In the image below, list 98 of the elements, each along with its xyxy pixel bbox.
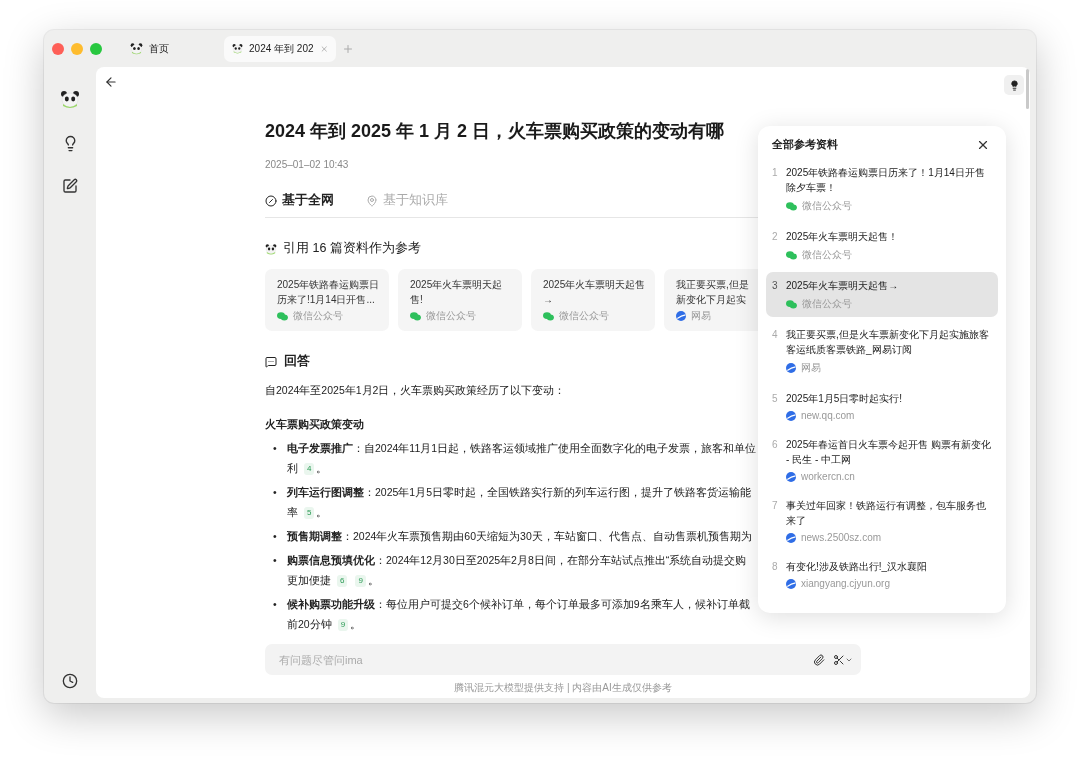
bulb-icon bbox=[1008, 79, 1020, 91]
citation-link[interactable]: 9 bbox=[355, 575, 366, 588]
chat-bubbles-icon bbox=[277, 311, 288, 321]
question-title: 2024 年到 2025 年 1 月 2 日，火车票购买政策的变动有哪 bbox=[265, 120, 725, 143]
source-name: 微信公众号 bbox=[802, 248, 852, 262]
bullet-marker: • bbox=[273, 441, 278, 456]
logo-button[interactable] bbox=[60, 89, 80, 109]
reference-title: 2025年春运首日火车票今起开售 购票有新变化 - 民生 - 中工网 bbox=[786, 438, 992, 467]
source-name: 微信公众号 bbox=[426, 309, 476, 323]
back-button[interactable] bbox=[104, 75, 118, 89]
answer-line: 电子发票推广：自2024年11月1日起，铁路客运领域推广使用全面数字化的电子发票，旅客和单位 bbox=[287, 442, 757, 454]
popover-title: 全部参考资料 bbox=[772, 138, 838, 152]
reference-number: 7 bbox=[772, 499, 779, 513]
globe-icon bbox=[786, 578, 796, 589]
punctuation: 。 bbox=[350, 618, 362, 630]
reference-title: 事关过年回家！铁路运行有调整，包车服务也来了 bbox=[786, 499, 987, 528]
disclaimer: 腾讯混元大模型提供支持 | 内容由AI生成仅供参考 bbox=[454, 681, 672, 695]
panda-logo-icon bbox=[232, 42, 243, 55]
pin-icon bbox=[366, 194, 378, 207]
answer-intro: 自2024年至2025年1月2日，火车票购买政策经历了以下变动： bbox=[265, 383, 566, 398]
source-title: 2025年火车票明天起售 → bbox=[543, 278, 646, 307]
bullet-marker: • bbox=[273, 553, 278, 568]
answer-line: 前20分钟 bbox=[287, 618, 332, 630]
bullet-marker: • bbox=[273, 485, 278, 500]
answer-line: 更加便捷 bbox=[287, 574, 331, 586]
section-title: 火车票购买政策变动 bbox=[265, 418, 364, 432]
source-card[interactable]: 2025年铁路春运购票日 历来了!1月14日开售... 微信公众号 bbox=[265, 269, 389, 331]
punctuation: 。 bbox=[367, 574, 379, 586]
source-name: 微信公众号 bbox=[293, 309, 343, 323]
panda-logo-icon bbox=[130, 42, 143, 55]
source-name: 微信公众号 bbox=[802, 199, 852, 213]
source-name: 网易 bbox=[801, 361, 821, 375]
punctuation: 。 bbox=[316, 506, 328, 518]
source-name: xiangyang.cjyun.org bbox=[801, 578, 890, 589]
answer-heading: 回答 bbox=[284, 353, 310, 370]
source-title: 2025年铁路春运购票日 历来了!1月14日开售... bbox=[277, 278, 380, 307]
browser-tab[interactable]: 2024 年到 202 bbox=[224, 35, 336, 62]
bulb-button[interactable] bbox=[1004, 75, 1024, 95]
reference-title: 2025年火车票明天起售→ bbox=[786, 279, 899, 293]
chat-bubbles-icon bbox=[543, 311, 554, 321]
chat-bubbles-icon bbox=[786, 201, 797, 211]
scissors-icon[interactable] bbox=[833, 653, 845, 666]
answer-line: 购票信息预填优化：2024年12月30日至2025年2月8日间，在部分车站试点推出“系统自动提交购 bbox=[287, 554, 747, 566]
message-icon bbox=[265, 355, 277, 368]
globe-icon bbox=[786, 363, 796, 373]
answer-line: 预售期调整：2024年火车票预售期由60天缩短为30天，车站窗口、代售点、自动售票机预售期为 bbox=[287, 530, 752, 542]
punctuation: 。 bbox=[316, 462, 328, 474]
answer-line: 利 bbox=[287, 462, 298, 474]
close-button[interactable] bbox=[976, 138, 990, 152]
source-name: new.qq.com bbox=[801, 410, 855, 421]
references-heading: 引用 16 篇资料作为参考 bbox=[283, 240, 421, 257]
globe-icon bbox=[676, 311, 686, 321]
reference-item[interactable]: 3 2025年火车票明天起售→ 微信公众号 bbox=[766, 272, 998, 317]
mode-tab[interactable]: 基于全网 bbox=[265, 192, 334, 209]
source-title: 我正要买票,但是 新变化下月起实 bbox=[676, 278, 749, 307]
source-name: 网易 bbox=[691, 309, 711, 323]
bullet-marker: • bbox=[273, 597, 278, 612]
attach-icon[interactable] bbox=[813, 653, 825, 666]
scrollbar[interactable] bbox=[1026, 69, 1029, 109]
question-bar[interactable]: 有问题尽管问ima bbox=[265, 644, 861, 675]
chat-bubbles-icon bbox=[410, 311, 421, 321]
panda-logo-icon bbox=[60, 89, 80, 109]
bullet-marker: • bbox=[273, 529, 278, 544]
reference-number: 6 bbox=[772, 438, 779, 452]
timestamp: 2025–01–02 10:43 bbox=[265, 159, 349, 170]
globe-icon bbox=[786, 471, 796, 482]
history-button[interactable] bbox=[62, 673, 78, 689]
source-name: 微信公众号 bbox=[559, 309, 609, 323]
edit-button[interactable] bbox=[62, 178, 78, 194]
reference-number: 4 bbox=[772, 328, 779, 342]
browser-tab[interactable]: 首页 bbox=[122, 35, 218, 62]
reference-number: 3 bbox=[772, 279, 779, 293]
panda-logo-icon bbox=[265, 242, 277, 255]
reference-title: 我正要买票,但是火车票新变化下月起实施旅客客运纸质客票铁路_网易订阅 bbox=[786, 328, 990, 357]
close-window-button[interactable] bbox=[52, 42, 64, 55]
source-card[interactable]: 2025年火车票明天起 售! 微信公众号 bbox=[398, 269, 522, 331]
source-name: 微信公众号 bbox=[802, 297, 852, 311]
reference-number: 1 bbox=[772, 166, 779, 180]
reference-number: 5 bbox=[772, 392, 779, 406]
question-field[interactable]: 有问题尽管问ima bbox=[277, 652, 805, 667]
globe-icon bbox=[786, 410, 796, 421]
globe-icon bbox=[786, 532, 796, 543]
source-card[interactable]: 2025年火车票明天起售 → 微信公众号 bbox=[531, 269, 655, 331]
reference-title: 2025年铁路春运购票日历来了！1月14日开售除夕车票！ bbox=[786, 166, 986, 195]
reference-number: 2 bbox=[772, 230, 779, 244]
answer-line: 列车运行图调整：2025年1月5日零时起，全国铁路实行新的列车运行图，提升了铁路客货运输能 bbox=[287, 486, 752, 498]
reference-title: 2025年1月5日零时起实行! bbox=[786, 392, 903, 406]
source-name: news.2500sz.com bbox=[801, 532, 882, 543]
reference-title: 2025年火车票明天起售！ bbox=[786, 230, 899, 244]
source-title: 2025年火车票明天起 售! bbox=[410, 278, 503, 307]
answer-line: 候补购票功能升级：每位用户可提交6个候补订单，每个订单最多可添加9名乘车人，候补订单截 bbox=[287, 598, 750, 610]
reference-title: 有变化!涉及铁路出行!_汉水襄阳 bbox=[786, 560, 928, 574]
reference-number: 8 bbox=[772, 560, 779, 574]
chat-bubbles-icon bbox=[786, 250, 797, 260]
chat-bubbles-icon bbox=[786, 299, 797, 309]
circle-slash-icon bbox=[265, 194, 277, 207]
source-name: workercn.cn bbox=[801, 471, 855, 482]
answer-line: 率 bbox=[287, 506, 298, 518]
